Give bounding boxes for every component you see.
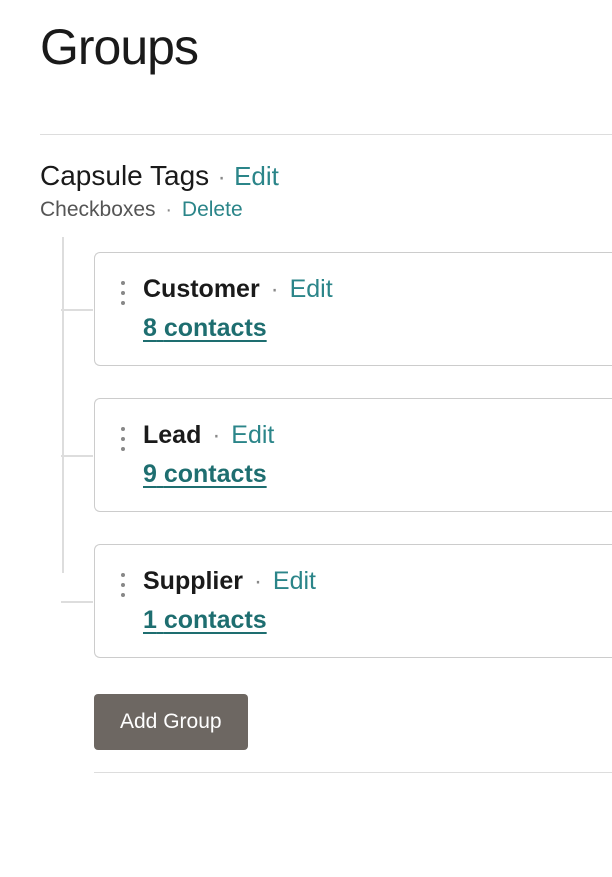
- group-contacts-link[interactable]: 1 contacts: [143, 606, 267, 635]
- contacts-word: contacts: [164, 606, 267, 634]
- contacts-word: contacts: [164, 314, 267, 342]
- section-subheader: Checkboxes · Delete: [40, 198, 612, 222]
- group-card: Lead · Edit 9 contacts: [94, 398, 612, 512]
- drag-handle-icon[interactable]: [121, 421, 125, 451]
- separator-dot: ·: [165, 199, 172, 221]
- contacts-count: 1: [143, 606, 157, 634]
- group-name: Customer: [143, 275, 260, 303]
- groups-tree: Customer · Edit 8 contacts: [40, 237, 612, 773]
- group-contacts-link[interactable]: 9 contacts: [143, 460, 267, 489]
- section-edit-link[interactable]: Edit: [234, 161, 279, 191]
- group-name: Supplier: [143, 567, 243, 595]
- group-card: Supplier · Edit 1 contacts: [94, 544, 612, 658]
- divider: [40, 134, 612, 135]
- contacts-word: contacts: [164, 460, 267, 488]
- group-edit-link[interactable]: Edit: [231, 421, 274, 449]
- add-group-button[interactable]: Add Group: [94, 694, 248, 750]
- section-title: Capsule Tags: [40, 160, 209, 191]
- section-delete-link[interactable]: Delete: [182, 198, 243, 221]
- separator-dot: ·: [218, 164, 226, 191]
- contacts-count: 8: [143, 314, 157, 342]
- separator-dot: ·: [271, 276, 279, 303]
- group-name: Lead: [143, 421, 201, 449]
- tree-connector-line: [62, 237, 64, 573]
- contacts-count: 9: [143, 460, 157, 488]
- group-card: Customer · Edit 8 contacts: [94, 252, 612, 366]
- group-edit-link[interactable]: Edit: [273, 567, 316, 595]
- group-contacts-link[interactable]: 8 contacts: [143, 314, 267, 343]
- separator-dot: ·: [254, 568, 262, 595]
- page-title: Groups: [40, 18, 612, 76]
- section-type-label: Checkboxes: [40, 198, 156, 221]
- separator-dot: ·: [212, 422, 220, 449]
- drag-handle-icon[interactable]: [121, 567, 125, 597]
- section-header: Capsule Tags · Edit: [40, 160, 612, 192]
- footer-divider: [94, 772, 612, 773]
- drag-handle-icon[interactable]: [121, 275, 125, 305]
- group-edit-link[interactable]: Edit: [290, 275, 333, 303]
